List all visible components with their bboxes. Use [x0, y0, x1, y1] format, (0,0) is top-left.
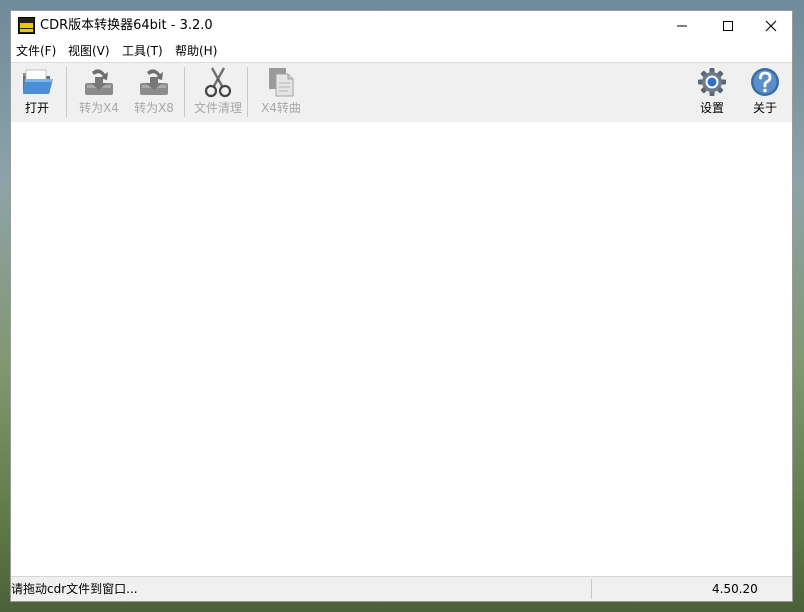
convert-x8-icon	[140, 69, 168, 95]
toolbar: 打开 转为X4 转为X8 文件清理 X4转曲 设置 关于	[11, 62, 792, 123]
convert-x8-button[interactable]: 转为X8	[133, 65, 175, 121]
file-cleanup-label: 文件清理	[193, 101, 242, 115]
settings-label: 设置	[699, 101, 724, 115]
maximize-button[interactable]	[705, 11, 751, 41]
close-icon	[765, 20, 777, 32]
close-button[interactable]	[748, 11, 794, 41]
status-version: 4.50.20	[712, 582, 758, 596]
copy-curves-icon	[269, 68, 294, 97]
folder-open-icon	[23, 69, 53, 94]
convert-x4-icon	[85, 69, 113, 95]
menu-tools[interactable]: 工具(T)	[122, 44, 163, 59]
status-bar: 请拖动cdr文件到窗口... 4.50.20	[11, 576, 792, 601]
title-bar[interactable]: CDR版本转换器64bit - 3.2.0	[11, 11, 792, 41]
about-label: 关于	[752, 101, 777, 115]
status-separator	[591, 579, 592, 599]
open-label: 打开	[24, 101, 49, 115]
x4-to-curves-label: X4转曲	[261, 101, 301, 115]
toolbar-separator	[66, 67, 67, 117]
settings-button[interactable]: 设置	[693, 65, 731, 121]
x4-to-curves-button[interactable]: X4转曲	[259, 65, 303, 121]
cdr-version-app-icon	[18, 17, 35, 34]
scissors-icon	[204, 67, 232, 98]
menu-help[interactable]: 帮助(H)	[175, 44, 217, 59]
drop-area[interactable]	[11, 122, 792, 577]
convert-x4-label: 转为X4	[79, 101, 119, 115]
menu-file[interactable]: 文件(F)	[16, 44, 56, 59]
app-window: CDR版本转换器64bit - 3.2.0 文件(F) 视图(V) 工具(T) …	[10, 10, 793, 602]
convert-x8-label: 转为X8	[134, 101, 174, 115]
file-cleanup-button[interactable]: 文件清理	[193, 65, 243, 121]
menu-view[interactable]: 视图(V)	[68, 44, 110, 59]
help-icon	[751, 68, 779, 96]
menu-bar: 文件(F) 视图(V) 工具(T) 帮助(H)	[11, 41, 792, 62]
convert-x4-button[interactable]: 转为X4	[78, 65, 120, 121]
open-button[interactable]: 打开	[18, 65, 56, 121]
minimize-icon	[677, 25, 687, 27]
maximize-icon	[723, 21, 733, 31]
status-message: 请拖动cdr文件到窗口...	[11, 582, 138, 596]
window-title: CDR版本转换器64bit - 3.2.0	[40, 18, 213, 33]
toolbar-separator	[247, 67, 248, 117]
gear-icon	[698, 68, 726, 96]
toolbar-separator	[184, 67, 185, 117]
about-button[interactable]: 关于	[747, 65, 783, 121]
minimize-button[interactable]	[659, 11, 705, 41]
